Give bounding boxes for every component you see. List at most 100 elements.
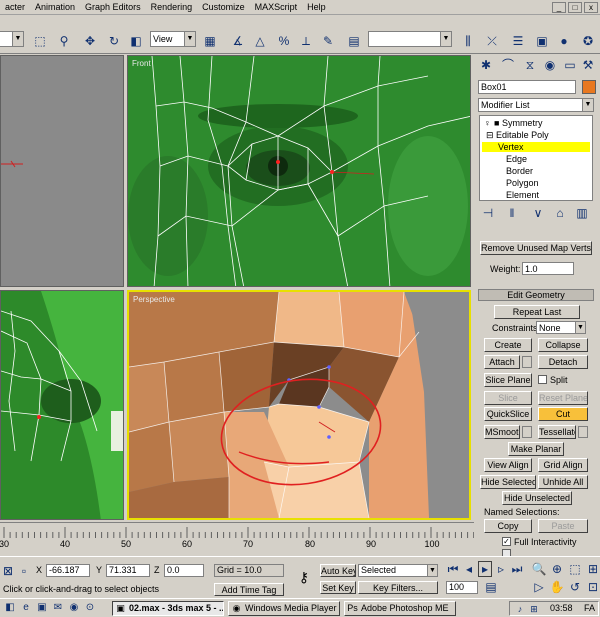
x-coordinate-field[interactable]: -66.187 bbox=[46, 564, 90, 577]
taskbar-photoshop[interactable]: Ps Adobe Photoshop ME bbox=[344, 601, 456, 616]
edit-geometry-rollout[interactable]: Edit Geometry bbox=[478, 289, 594, 301]
y-coordinate-field[interactable]: 71.331 bbox=[106, 564, 150, 577]
key-icon[interactable]: ⚷ bbox=[292, 569, 316, 585]
pan-icon[interactable]: ✋ bbox=[550, 579, 565, 595]
configure-sets-icon[interactable]: ▥ bbox=[574, 205, 590, 221]
remove-unused-map-verts-button[interactable]: Remove Unused Map Verts bbox=[480, 241, 592, 255]
menu-graph-editors[interactable]: Graph Editors bbox=[80, 2, 146, 12]
curve-editor-icon[interactable]: ▣ bbox=[534, 33, 550, 49]
network-icon[interactable]: ⊞ bbox=[528, 602, 540, 615]
cut-button[interactable]: Cut bbox=[538, 407, 588, 421]
msmooth-settings-icon[interactable] bbox=[522, 426, 532, 438]
goto-start-icon[interactable]: ⏮ bbox=[446, 561, 460, 577]
make-planar-button[interactable]: Make Planar bbox=[508, 442, 564, 456]
material-editor-icon[interactable]: ● bbox=[556, 33, 572, 49]
quick-launch-icon-4[interactable]: ✉ bbox=[52, 601, 64, 615]
viewport-bottom-left[interactable] bbox=[0, 290, 124, 520]
zoom-extents-icon[interactable]: ⬚ bbox=[568, 561, 582, 577]
taskbar-media-player[interactable]: ◉ Windows Media Player bbox=[228, 601, 340, 616]
set-key-button[interactable]: Set Key bbox=[320, 581, 356, 594]
quick-launch-icon-6[interactable]: ⊙ bbox=[84, 601, 96, 615]
menu-animation[interactable]: Animation bbox=[30, 2, 80, 12]
stack-polygon[interactable]: Polygon bbox=[506, 178, 539, 188]
snap-icon[interactable]: ∡ bbox=[230, 33, 246, 49]
create-tab-icon[interactable]: ✱ bbox=[478, 57, 494, 73]
repeat-last-button[interactable]: Repeat Last bbox=[494, 305, 580, 319]
rotate-icon[interactable]: ↻ bbox=[106, 33, 122, 49]
select-link-icon[interactable]: ⚲ bbox=[56, 33, 72, 49]
selection-filter-dropdown[interactable]: ▼ bbox=[0, 31, 24, 47]
stack-editable-poly[interactable]: ⊟ Editable Poly bbox=[486, 130, 549, 141]
goto-end-icon[interactable]: ⏭ bbox=[510, 561, 524, 577]
zoom-all-icon[interactable]: ⊕ bbox=[550, 561, 564, 577]
close-button[interactable]: x bbox=[584, 1, 598, 13]
auto-key-button[interactable]: Auto Key bbox=[320, 564, 356, 577]
object-name-field[interactable]: Box01 bbox=[478, 80, 576, 94]
named-selection-sets-dropdown[interactable]: ▼ bbox=[368, 31, 452, 47]
reset-plane-button[interactable]: Reset Plane bbox=[538, 391, 588, 405]
modifier-list-dropdown[interactable]: Modifier List ▼ bbox=[478, 98, 594, 112]
grid-align-button[interactable]: Grid Align bbox=[538, 458, 588, 472]
menu-maxscript[interactable]: MAXScript bbox=[250, 2, 303, 12]
named-selection-icon[interactable]: ✎ bbox=[320, 33, 336, 49]
copy-button[interactable]: Copy bbox=[484, 519, 532, 533]
arc-rotate-icon[interactable]: ↺ bbox=[568, 579, 582, 595]
field-of-view-icon[interactable]: ▷ bbox=[532, 579, 546, 595]
mirror-icon[interactable]: ⫼ bbox=[460, 33, 476, 49]
play-icon[interactable]: ▸ bbox=[478, 561, 492, 577]
maximize-viewport-icon[interactable]: ⊡ bbox=[586, 579, 600, 595]
show-end-result-icon[interactable]: ‖ bbox=[504, 205, 520, 221]
reference-coordinate-dropdown[interactable]: View ▼ bbox=[150, 31, 196, 47]
constraints-dropdown[interactable]: None ▼ bbox=[536, 321, 586, 334]
scale-icon[interactable]: ◧ bbox=[128, 33, 144, 49]
spinner-snap-icon[interactable]: ⟂ bbox=[298, 33, 314, 49]
utilities-tab-icon[interactable]: ⚒ bbox=[580, 57, 596, 73]
viewport-left[interactable] bbox=[0, 55, 124, 287]
full-interactivity-checkbox[interactable]: ✓ bbox=[502, 537, 511, 546]
zoom-extents-all-icon[interactable]: ⊞ bbox=[586, 561, 600, 577]
render-icon[interactable]: ✪ bbox=[580, 33, 596, 49]
layer-manager-icon[interactable]: ☰ bbox=[510, 33, 526, 49]
tessellate-settings-icon[interactable] bbox=[578, 426, 588, 438]
stack-vertex[interactable]: Vertex bbox=[482, 142, 590, 152]
z-coordinate-field[interactable]: 0.0 bbox=[164, 564, 204, 577]
tessellate-button[interactable]: Tessellate bbox=[538, 425, 576, 439]
quick-launch-icon-1[interactable]: ◧ bbox=[4, 601, 16, 615]
lock-icon[interactable]: ⊠ bbox=[2, 563, 14, 579]
weight-spinner[interactable]: 1.0 bbox=[522, 262, 574, 275]
remove-modifier-icon[interactable]: ⌂ bbox=[552, 205, 568, 221]
next-frame-icon[interactable]: ▹ bbox=[494, 561, 508, 577]
stack-edge[interactable]: Edge bbox=[506, 154, 527, 164]
slice-plane-button[interactable]: Slice Plane bbox=[484, 373, 532, 387]
taskbar-3dsmax[interactable]: ▣ 02.max - 3ds max 5 - ... bbox=[112, 601, 224, 616]
angle-snap-icon[interactable]: △ bbox=[252, 33, 268, 49]
viewport-front[interactable]: Front bbox=[127, 55, 471, 287]
attach-button[interactable]: Attach bbox=[484, 355, 520, 369]
menu-character[interactable]: acter bbox=[0, 2, 30, 12]
maximize-button[interactable]: □ bbox=[568, 1, 582, 13]
select-region-icon[interactable]: ⬚ bbox=[32, 33, 48, 49]
key-mode-dropdown[interactable]: Selected ▼ bbox=[358, 564, 438, 577]
named-selection-sets-icon[interactable]: ▤ bbox=[346, 33, 362, 49]
msmooth-button[interactable]: MSmooth bbox=[484, 425, 520, 439]
percent-snap-icon[interactable]: % bbox=[276, 33, 292, 49]
time-config-icon[interactable]: ▤ bbox=[484, 579, 498, 595]
viewport-perspective[interactable]: Perspective bbox=[127, 290, 471, 520]
hierarchy-tab-icon[interactable]: ⧖ bbox=[522, 57, 538, 73]
collapse-button[interactable]: Collapse bbox=[538, 338, 588, 352]
menu-rendering[interactable]: Rendering bbox=[146, 2, 198, 12]
menu-help[interactable]: Help bbox=[302, 2, 331, 12]
quick-launch-icon-2[interactable]: e bbox=[20, 601, 32, 615]
attach-list-icon[interactable] bbox=[522, 356, 532, 368]
stack-element[interactable]: Element bbox=[506, 190, 539, 200]
split-checkbox[interactable] bbox=[538, 375, 547, 384]
quickslice-button[interactable]: QuickSlice bbox=[484, 407, 532, 421]
hide-selected-button[interactable]: Hide Selected bbox=[480, 475, 536, 489]
hide-unselected-button[interactable]: Hide Unselected bbox=[502, 491, 572, 505]
modifier-stack[interactable]: ♀ ■ Symmetry ⊟ Editable Poly Vertex Edge… bbox=[479, 115, 593, 201]
pin-stack-icon[interactable]: ⊣ bbox=[480, 205, 496, 221]
quick-launch-icon-3[interactable]: ▣ bbox=[36, 601, 48, 615]
current-frame-field[interactable]: 100 bbox=[446, 581, 478, 594]
display-tab-icon[interactable]: ▭ bbox=[562, 57, 578, 73]
volume-icon[interactable]: ♪ bbox=[514, 602, 526, 615]
